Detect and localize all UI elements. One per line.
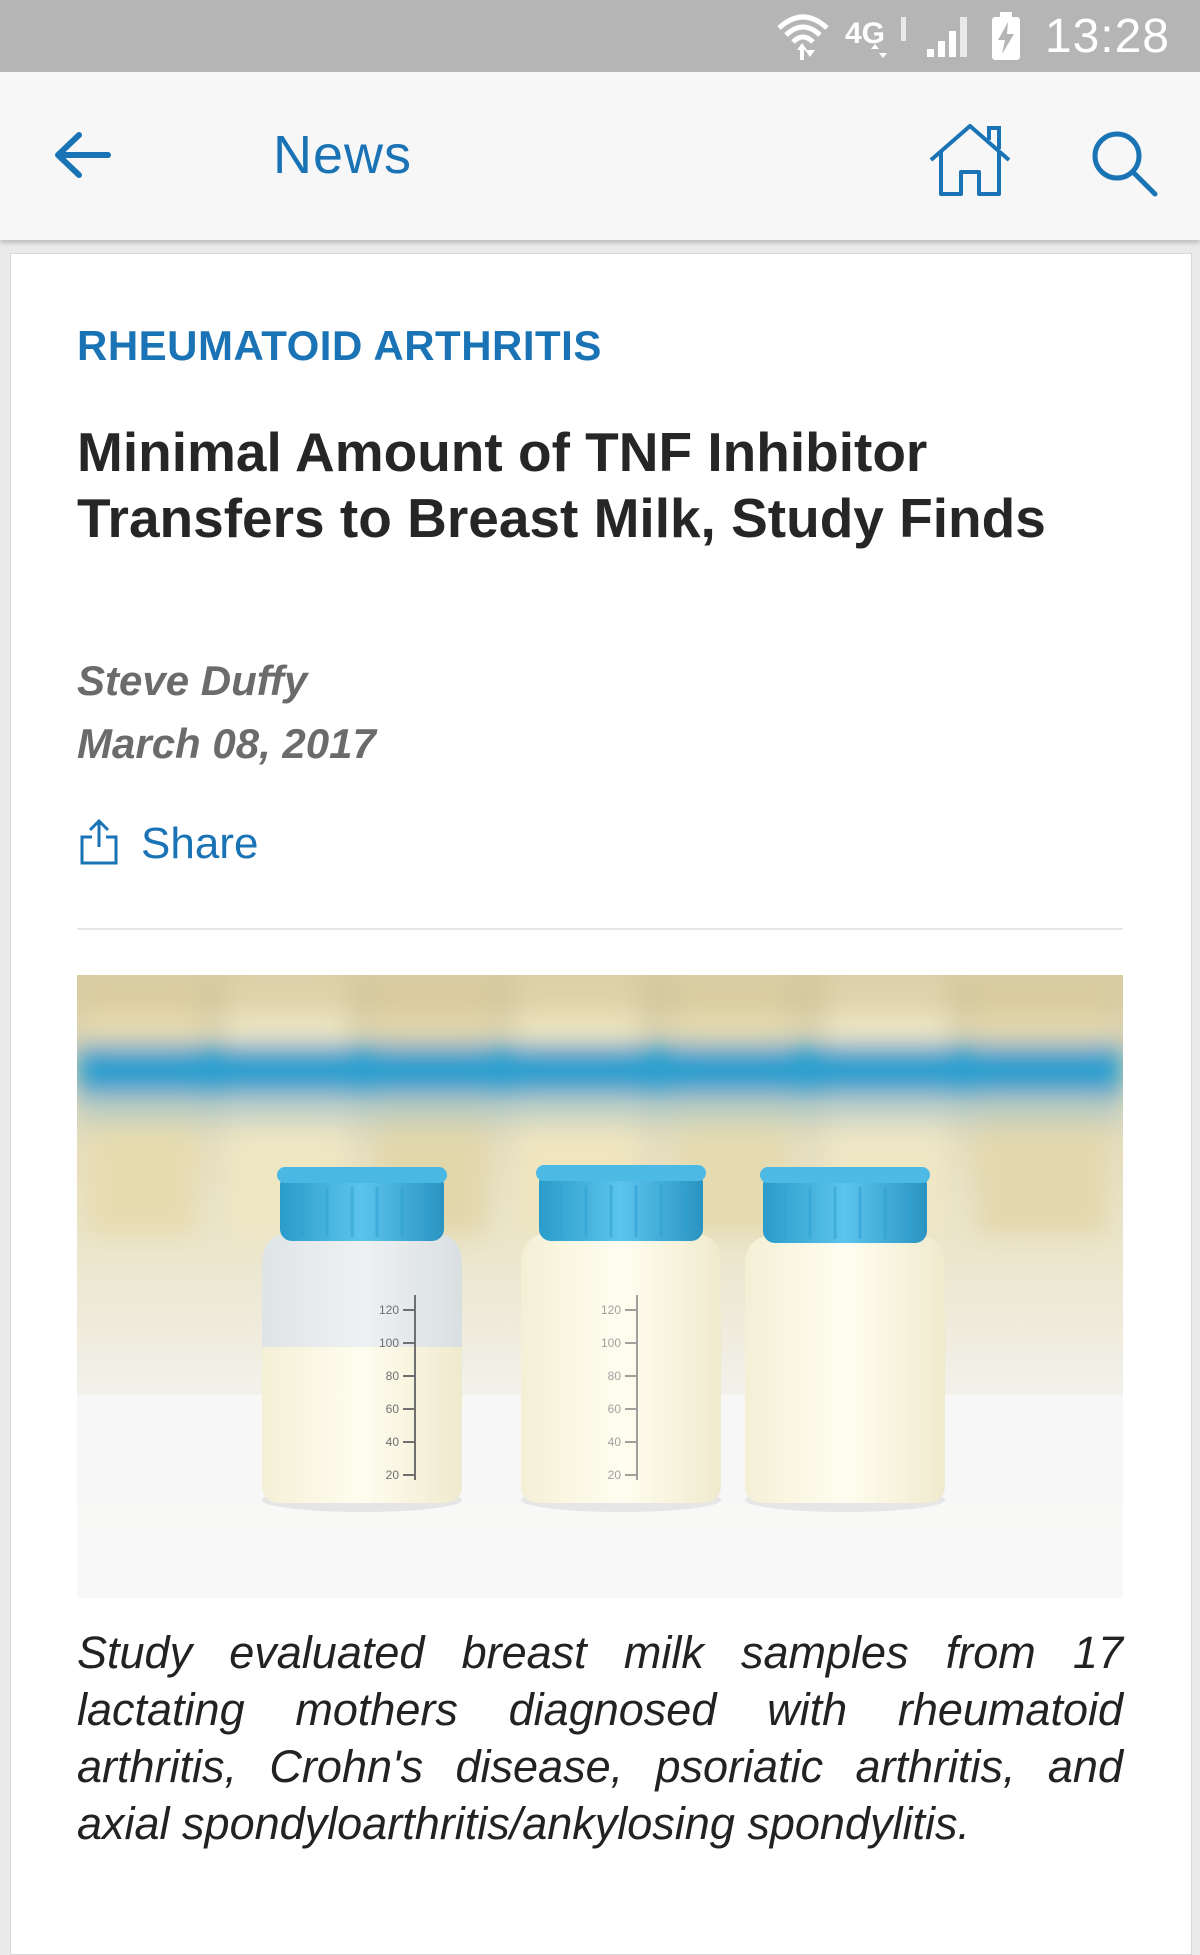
divider [77, 928, 1123, 930]
battery-charging-icon [989, 10, 1023, 62]
share-icon [79, 817, 119, 870]
network-4g-icon: 4G [845, 11, 911, 61]
scale-label: 120 [601, 1303, 621, 1317]
status-bar: 4G 13:28 [0, 0, 1200, 72]
home-button[interactable] [925, 120, 1015, 200]
app-bar: News [0, 72, 1200, 240]
search-icon [1085, 131, 1165, 208]
scale-label: 80 [608, 1369, 622, 1383]
scale-label: 40 [608, 1435, 622, 1449]
status-time: 13:28 [1044, 9, 1170, 63]
article-image[interactable]: 120 100 80 60 40 20 120 100 80 60 40 20 [77, 975, 1123, 1598]
article-date: March 08, 2017 [77, 720, 376, 767]
article-headline: Minimal Amount of TNF Inhibitor Transfer… [77, 421, 1046, 549]
wifi-icon [775, 10, 831, 62]
scale-label: 60 [386, 1402, 400, 1416]
scale-label: 80 [386, 1369, 400, 1383]
scale-label: 100 [379, 1336, 399, 1350]
scale-label: 120 [379, 1303, 399, 1317]
status-icons: 4G 13:28 [775, 0, 1170, 72]
scale-label: 20 [386, 1468, 400, 1482]
bottle-1: 120 100 80 60 40 20 [262, 1167, 462, 1512]
home-icon [925, 124, 1015, 204]
article-author: Steve Duffy [77, 657, 308, 704]
share-button[interactable]: Share [79, 817, 258, 870]
scale-label: 60 [608, 1402, 622, 1416]
scale-label: 40 [386, 1435, 400, 1449]
article-category[interactable]: RHEUMATOID ARTHRITIS [77, 322, 602, 370]
bottle-3 [745, 1167, 945, 1512]
network-type-label: 4G [845, 17, 885, 50]
signal-strength-icon [925, 11, 975, 61]
scale-label: 20 [608, 1468, 622, 1482]
scale-label: 100 [601, 1336, 621, 1350]
back-button[interactable] [52, 122, 132, 192]
search-button[interactable] [1085, 124, 1165, 204]
arrow-left-icon [52, 130, 112, 185]
page-title: News [273, 125, 413, 185]
share-label: Share [141, 818, 259, 868]
image-caption: Study evaluated breast milk samples from… [77, 1627, 1123, 1849]
article-card: RHEUMATOID ARTHRITIS Minimal Amount of T… [10, 253, 1192, 1955]
bottle-2: 120 100 80 60 40 20 [521, 1165, 721, 1512]
